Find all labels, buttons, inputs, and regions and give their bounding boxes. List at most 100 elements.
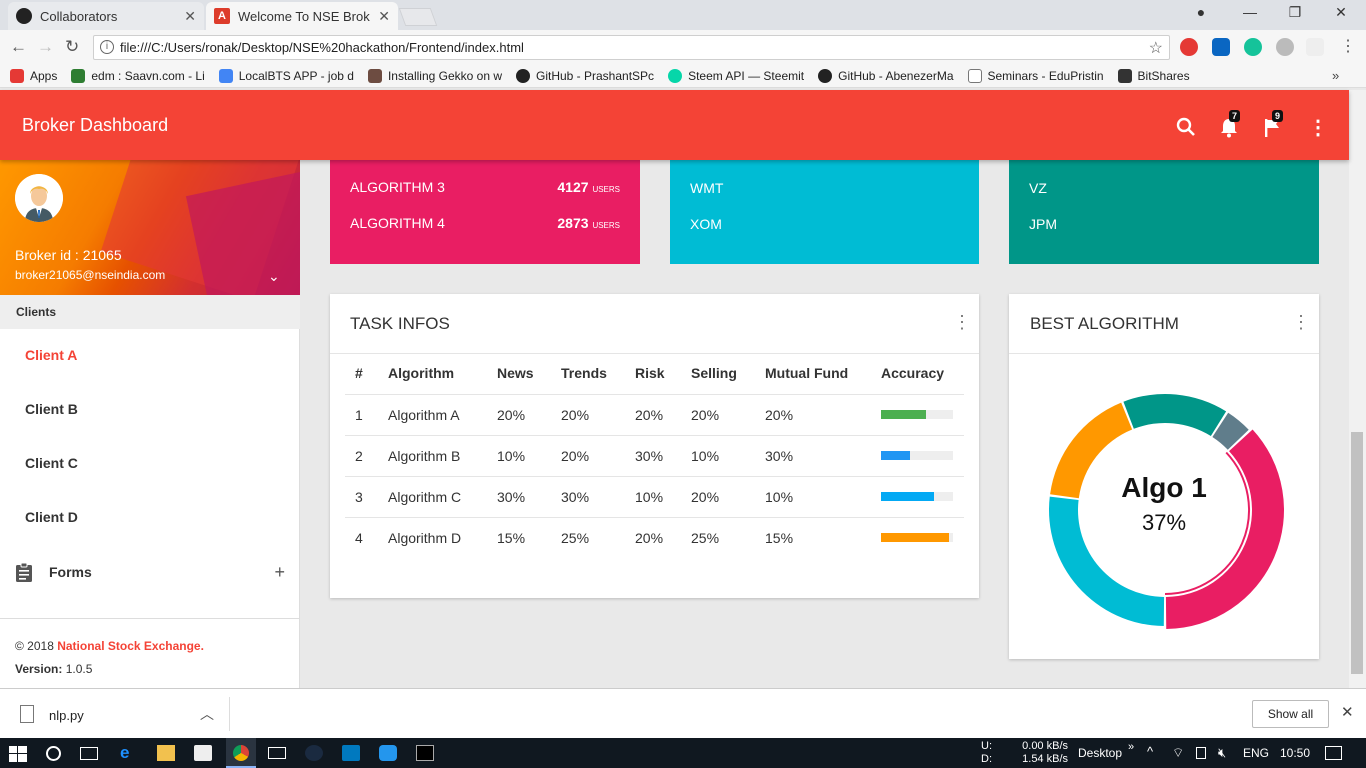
menu-kebab-icon[interactable]: ⋮ (1340, 36, 1356, 56)
cell-selling: 20% (691, 475, 765, 517)
more-bookmarks-chevron-icon[interactable]: » (1332, 68, 1339, 83)
table-row[interactable]: 2 Algorithm B 10% 20% 30% 10% 30% (345, 434, 964, 476)
accuracy-progress-fill (881, 451, 910, 460)
sidebar-item-forms[interactable]: Forms + (15, 562, 285, 582)
profile-icon[interactable]: ● (1186, 4, 1216, 20)
bookmark-star-icon[interactable]: ☆ (1149, 38, 1163, 58)
info-icon[interactable]: i (100, 40, 114, 54)
search-icon[interactable] (1176, 117, 1196, 137)
scrollbar-thumb[interactable] (1351, 432, 1363, 674)
plus-icon[interactable]: + (274, 562, 285, 583)
bookmark-item[interactable]: BitShares (1117, 68, 1190, 83)
new-tab-button[interactable] (398, 8, 438, 26)
github-icon (818, 68, 833, 83)
cell-n: 3 (345, 475, 388, 517)
app-title[interactable]: Broker Dashboard (22, 115, 168, 136)
opera-extension-icon[interactable] (1180, 38, 1198, 56)
linkedin-extension-icon[interactable] (1212, 38, 1230, 56)
bookmark-item[interactable]: Steem API — Steemit (668, 68, 804, 83)
cortana-icon[interactable] (46, 746, 61, 761)
table-row[interactable]: 3 Algorithm C 30% 30% 10% 20% 10% (345, 475, 964, 517)
cell-risk: 30% (635, 434, 691, 476)
language-indicator[interactable]: ENG (1243, 746, 1269, 760)
lyrics-extension-icon[interactable] (1306, 38, 1324, 56)
show-all-button[interactable]: Show all (1252, 700, 1329, 728)
sidebar-item-client-b[interactable]: Client B (25, 401, 78, 417)
volume-muted-icon[interactable]: 🔇︎ (1218, 745, 1226, 761)
chrome-taskbar-button[interactable] (226, 738, 256, 768)
desktop-chevron-icon[interactable]: » (1128, 741, 1134, 753)
show-hidden-icons-icon[interactable]: ^ (1147, 744, 1153, 759)
mail-icon[interactable] (268, 747, 286, 759)
download-filename[interactable]: nlp.py (49, 708, 84, 723)
task-view-icon[interactable] (80, 747, 98, 760)
close-tab-icon[interactable]: ✕ (184, 8, 196, 25)
back-arrow-icon[interactable]: ← (10, 37, 27, 57)
divider (1009, 353, 1319, 354)
bookmark-item[interactable]: edm : Saavn.com - Li (71, 68, 205, 83)
bookmark-item[interactable]: GitHub - AbenezerMa (818, 68, 954, 83)
browser-tab-collaborators[interactable]: Collaborators ✕ (8, 2, 204, 30)
bookmark-item[interactable]: Apps (10, 68, 58, 83)
sidebar-item-client-a[interactable]: Client A (25, 347, 77, 363)
app-icon[interactable] (305, 745, 323, 761)
wifi-icon[interactable]: ⌔ (1172, 745, 1184, 761)
bookmark-label: Seminars - EduPristin (987, 68, 1104, 83)
bookmark-item[interactable]: GitHub - PrashantSPc (516, 68, 654, 83)
bookmark-item[interactable]: Seminars - EduPristin (967, 68, 1104, 83)
maximize-button[interactable]: ❐ (1280, 4, 1310, 21)
battery-icon[interactable] (1196, 747, 1206, 759)
bookmark-item[interactable]: LocalBTS APP - job d (218, 68, 354, 83)
chevron-down-icon[interactable]: ⌄ (268, 268, 280, 285)
extension-icon[interactable] (1276, 38, 1294, 56)
card-menu-icon[interactable]: ⋮ (1292, 312, 1310, 333)
close-tab-icon[interactable]: ✕ (378, 8, 390, 25)
grammarly-extension-icon[interactable] (1244, 38, 1262, 56)
cell-risk: 10% (635, 475, 691, 517)
close-window-button[interactable]: ✕ (1326, 4, 1356, 21)
bookmark-item[interactable]: Installing Gekko on w (367, 68, 502, 83)
cell-n: 2 (345, 434, 388, 476)
more-vert-icon[interactable]: ⋮ (1308, 115, 1328, 140)
forward-arrow-icon[interactable]: → (37, 37, 54, 57)
cell-accuracy (881, 475, 964, 517)
organization-link[interactable]: National Stock Exchange. (57, 639, 204, 653)
cell-accuracy (881, 393, 964, 435)
column-header: Selling (691, 365, 737, 382)
table-row[interactable]: 4 Algorithm D 15% 25% 20% 25% 15% (345, 516, 964, 558)
minimize-button[interactable]: — (1235, 4, 1265, 20)
docker-icon[interactable] (379, 745, 397, 761)
trello-icon[interactable] (342, 745, 360, 761)
edge-icon[interactable]: e (120, 743, 138, 762)
browser-tab-nse-broker[interactable]: A Welcome To NSE Broker ✕ (206, 2, 398, 30)
sidebar-item-client-c[interactable]: Client C (25, 455, 78, 471)
action-center-icon[interactable] (1325, 746, 1342, 760)
task-infos-table: # Algorithm News Trends Risk Selling Mut… (345, 353, 964, 558)
address-bar[interactable]: i file:///C:/Users/ronak/Desktop/NSE%20h… (93, 35, 1170, 60)
close-icon[interactable]: ✕ (1341, 703, 1354, 721)
clients-section-header: Clients (0, 295, 300, 329)
sidebar-item-client-d[interactable]: Client D (25, 509, 78, 525)
chevron-up-icon[interactable]: ︿ (200, 704, 214, 724)
cell-selling: 20% (691, 393, 765, 435)
avatar[interactable] (15, 174, 63, 222)
cell-n: 4 (345, 516, 388, 558)
app-header: Broker Dashboard 7 9 ⋮ (0, 90, 1349, 160)
table-row[interactable]: 1 Algorithm A 20% 20% 20% 20% 20% (345, 393, 964, 435)
github-icon (516, 68, 530, 83)
bookmark-label: Apps (30, 68, 58, 83)
store-icon[interactable] (194, 745, 212, 761)
broker-email: broker21065@nseindia.com (15, 268, 166, 282)
info-row: ALGORITHM 4 2873 USERS (350, 215, 620, 231)
desktop-toolbar[interactable]: Desktop (1078, 746, 1122, 760)
card-menu-icon[interactable]: ⋮ (953, 312, 971, 333)
donut-slice[interactable] (1123, 394, 1227, 437)
upload-label: U: (981, 740, 992, 752)
windows-start-icon[interactable] (9, 746, 27, 762)
download-speed: 1.54 kB/s (1022, 753, 1068, 765)
network-speed-values: 0.00 kB/s 1.54 kB/s (1018, 740, 1068, 766)
reload-icon[interactable]: ↻ (65, 37, 79, 57)
clock[interactable]: 10:50 (1280, 746, 1310, 760)
file-explorer-icon[interactable] (157, 745, 175, 761)
command-prompt-icon[interactable] (416, 745, 434, 761)
